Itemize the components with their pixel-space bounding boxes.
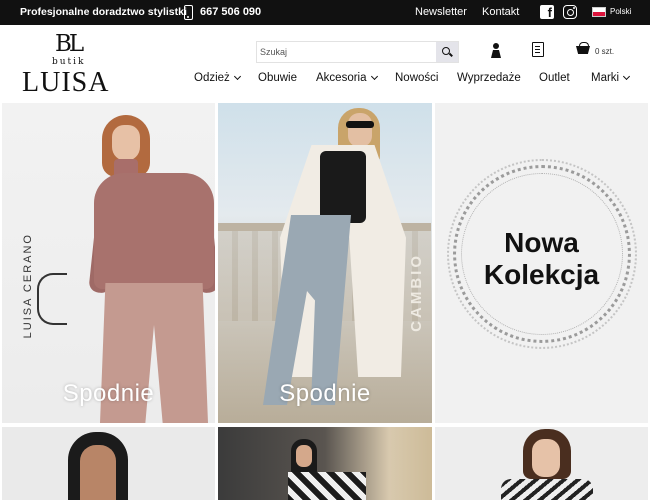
flag-pl-icon[interactable] [592,7,606,17]
nav-item-wyprzedaze[interactable]: Wyprzedaże [457,72,521,84]
chevron-down-icon [233,72,241,81]
search-input[interactable] [257,42,437,62]
nav-item-label: Outlet [539,72,570,84]
nav-item-obuwie[interactable]: Obuwie [258,72,297,84]
nav-item-label: Wyprzedaże [457,72,521,84]
main-nav: Odzież Obuwie Akcesoria Nowości Wyprzeda… [0,72,650,92]
category-tile-spodnie-cambio[interactable]: CAMBIO Spodnie [218,103,432,423]
nav-item-label: Nowości [395,72,439,84]
site-header: BL butik LUISA 0 szt. Odzież Obuwie Akce… [0,25,650,103]
top-bar: Profesjonalne doradztwo stylistki 667 50… [0,0,650,25]
new-collection-heading: Nowa Kolekcja [435,227,648,291]
new-collection-tile[interactable]: Nowa Kolekcja [435,103,648,423]
nav-item-label: Odzież [194,72,230,84]
model-face [296,445,312,467]
model-top [288,472,366,500]
model-face [80,445,116,500]
phone-icon [184,5,193,20]
logo-monogram: BL [55,31,84,57]
brand-mark [37,273,67,325]
model-face [112,125,140,161]
facebook-icon[interactable]: f [540,5,554,19]
tile-caption: Spodnie [62,380,155,407]
nav-item-odziez[interactable]: Odzież [194,72,241,84]
nav-item-outlet[interactable]: Outlet [539,72,570,84]
logo-subtitle: butik [52,57,86,67]
contact-link[interactable]: Kontakt [482,6,519,18]
cart-icon[interactable] [575,42,591,56]
nav-item-label: Akcesoria [316,72,367,84]
stylist-promo-text: Profesjonalne doradztwo stylistki [20,6,187,18]
search-box [256,41,459,63]
phone-number-link[interactable]: 667 506 090 [200,6,261,18]
nav-item-label: Obuwie [258,72,297,84]
model-sweater [94,173,214,289]
cart-count[interactable]: 0 szt. [595,47,614,56]
document-icon[interactable] [532,42,544,57]
brand-name: LUISA CERANO [22,233,34,339]
category-tile[interactable] [2,427,215,500]
brand-logo-luisa-cerano: LUISA CERANO [20,233,76,363]
model-top [320,151,366,223]
instagram-icon[interactable] [563,5,577,19]
language-selector[interactable]: Polski [610,7,631,16]
model-sunglasses [346,121,374,128]
category-tile[interactable] [218,427,432,500]
nav-item-nowosci[interactable]: Nowości [395,72,438,84]
nav-item-marki[interactable]: Marki [591,72,631,84]
model-top [501,479,593,500]
chevron-down-icon [370,72,378,81]
tile-caption: Spodnie [279,380,371,407]
brand-logo-cambio: CAMBIO [408,253,425,332]
nav-item-label: Marki [591,72,620,84]
nav-item-akcesoria[interactable]: Akcesoria [316,72,378,84]
chevron-down-icon [623,72,631,81]
user-icon[interactable] [490,43,502,59]
category-tile-spodnie-luisa-cerano[interactable]: LUISA CERANO Spodnie [2,103,215,423]
heading-line: Kolekcja [483,259,600,290]
category-tile[interactable] [435,427,648,500]
model-face [348,113,372,147]
search-icon[interactable] [436,42,458,62]
model-face [532,439,560,477]
newsletter-link[interactable]: Newsletter [415,6,467,18]
heading-line: Nowa [504,227,579,258]
